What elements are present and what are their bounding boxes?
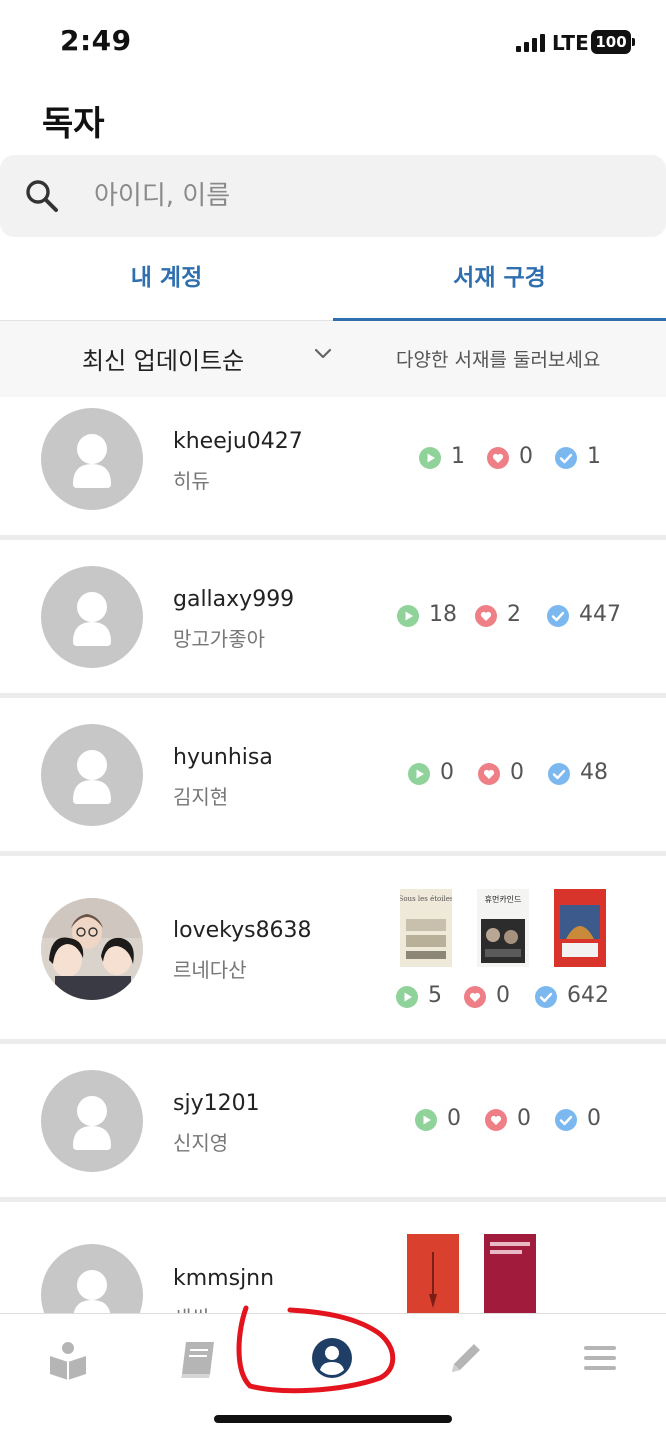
username: kheeju0427 (173, 429, 303, 454)
page-title: 독자 (42, 104, 105, 144)
book-cover[interactable] (554, 889, 606, 967)
search-input[interactable] (94, 173, 614, 219)
sort-dropdown[interactable]: 최신 업데이트순 (82, 341, 244, 376)
bookshelf-icon[interactable] (176, 1336, 220, 1380)
check-icon (535, 986, 557, 1008)
book-title: Sous les étoiles (400, 895, 452, 903)
default-avatar-icon (41, 566, 143, 668)
menu-icon[interactable] (578, 1336, 622, 1380)
done-count: 0 (587, 1106, 601, 1131)
user-row[interactable]: lovekys8638 르네다산 Sous les étoiles 휴먼카인드 (0, 856, 666, 1039)
heart-icon (464, 986, 486, 1008)
default-avatar-icon (41, 724, 143, 826)
search-bar[interactable] (0, 155, 666, 237)
book-reader-icon[interactable] (46, 1336, 90, 1380)
default-avatar-icon (41, 1070, 143, 1172)
stats: 0 0 0 (415, 1106, 615, 1136)
red-annotation-circle (236, 1305, 396, 1394)
done-count: 1 (587, 444, 601, 469)
stats: 0 0 48 (408, 760, 638, 790)
username: gallaxy999 (173, 587, 295, 612)
check-icon (555, 1109, 577, 1131)
username: sjy1201 (173, 1091, 260, 1116)
real-name: 히듀 (173, 469, 210, 493)
book-cover[interactable]: 휴먼카인드 (477, 889, 529, 967)
liked-count: 2 (507, 602, 521, 627)
stats: 5 0 642 (396, 983, 646, 1013)
heart-icon (478, 763, 500, 785)
reading-count: 5 (428, 983, 442, 1008)
book-cover[interactable]: Sous les étoiles (399, 889, 454, 967)
stats: 18 2 447 (397, 602, 637, 632)
book-title: 휴먼카인드 (485, 894, 522, 904)
check-icon (555, 447, 577, 469)
user-row[interactable]: hyunhisa 김지현 0 0 48 (0, 698, 666, 851)
default-avatar-icon (41, 408, 143, 510)
tab-my-account[interactable]: 내 계정 (0, 237, 333, 321)
sort-hint: 다양한 서재를 둘러보세요 (396, 349, 601, 371)
real-name: 김지현 (173, 785, 229, 809)
liked-count: 0 (517, 1106, 531, 1131)
liked-count: 0 (519, 444, 533, 469)
home-indicator (214, 1415, 452, 1423)
search-icon (26, 180, 58, 212)
reading-count: 0 (440, 760, 454, 785)
tab-browse-libraries[interactable]: 서재 구경 (333, 237, 666, 321)
username: lovekys8638 (173, 918, 312, 943)
user-row[interactable]: kmmsjnn 새싹 (0, 1202, 666, 1313)
book-cover[interactable] (407, 1234, 459, 1313)
chevron-down-icon[interactable] (314, 346, 332, 360)
user-row[interactable]: sjy1201 신지영 0 0 0 (0, 1044, 666, 1197)
reading-icon (415, 1109, 437, 1131)
status-time: 2:49 (60, 24, 132, 57)
done-count: 447 (579, 602, 621, 627)
real-name: 망고가좋아 (173, 627, 265, 651)
user-row[interactable]: kheeju0427 히듀 1 0 1 (0, 397, 666, 535)
heart-icon (487, 447, 509, 469)
reading-icon (396, 986, 418, 1008)
reading-icon (397, 605, 419, 627)
liked-count: 0 (510, 760, 524, 785)
heart-icon (475, 605, 497, 627)
real-name: 신지영 (173, 1131, 229, 1155)
check-icon (547, 605, 569, 627)
real-name: 새싹 (173, 1302, 210, 1313)
network-label: LTE (552, 31, 589, 55)
photo-avatar (41, 898, 143, 1000)
reading-icon (408, 763, 430, 785)
reading-icon (419, 447, 441, 469)
status-bar: 2:49 LTE 100 (0, 0, 666, 84)
user-row[interactable]: gallaxy999 망고가좋아 18 2 447 (0, 540, 666, 693)
reading-count: 18 (429, 602, 457, 627)
liked-count: 0 (496, 983, 510, 1008)
sort-bar: 최신 업데이트순 다양한 서재를 둘러보세요 (0, 321, 666, 397)
reading-count: 0 (447, 1106, 461, 1131)
reading-count: 1 (451, 444, 465, 469)
book-cover[interactable] (484, 1234, 536, 1313)
done-count: 642 (567, 983, 609, 1008)
battery-icon: 100 (591, 30, 635, 54)
real-name: 르네다산 (173, 958, 247, 982)
signal-icon (516, 34, 546, 52)
username: hyunhisa (173, 745, 273, 770)
username: kmmsjnn (173, 1266, 275, 1291)
check-icon (548, 763, 570, 785)
pencil-icon[interactable] (444, 1336, 488, 1380)
done-count: 48 (580, 760, 608, 785)
tab-bar: 내 계정 서재 구경 (0, 237, 666, 322)
stats: 1 0 1 (419, 444, 619, 474)
heart-icon (485, 1109, 507, 1131)
default-avatar-icon (41, 1244, 143, 1313)
